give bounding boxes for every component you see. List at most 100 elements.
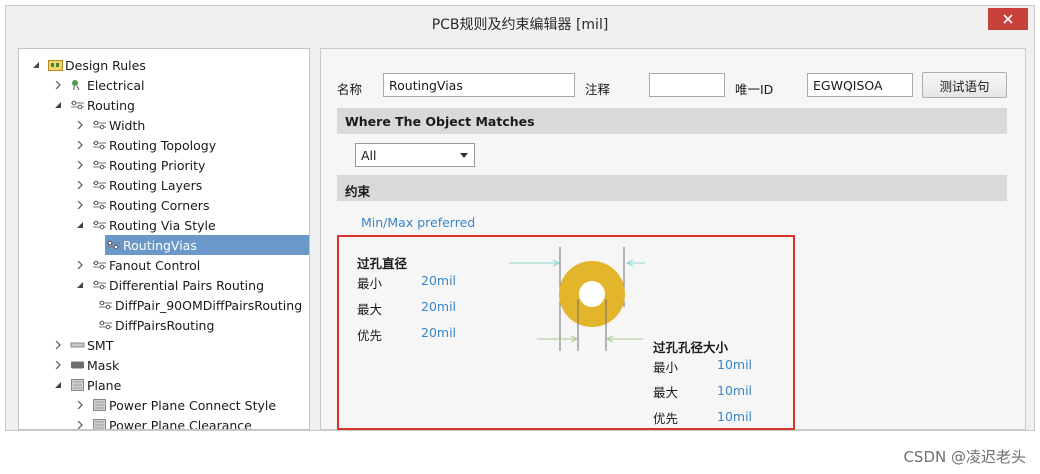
tree-item-label: Electrical	[87, 77, 145, 93]
expand-arrow-icon[interactable]	[75, 255, 85, 275]
tree-item-label: Routing	[87, 97, 135, 113]
design-rules-folder-icon	[47, 57, 63, 73]
tree-item-width[interactable]: Width	[75, 115, 145, 135]
rule-icon	[97, 297, 113, 313]
hole-size-preferred-label: 优先	[653, 411, 679, 426]
rule-icon	[91, 117, 107, 133]
tree-item-label: Design Rules	[65, 57, 146, 73]
via-drill-hole	[579, 281, 605, 307]
unique-id-field[interactable]: EGWQISOA	[807, 73, 913, 97]
electrical-icon	[69, 77, 85, 93]
name-label: 名称	[337, 82, 363, 97]
hole-size-min-label: 最小	[653, 360, 679, 375]
via-diameter-min-value[interactable]: 20mil	[421, 273, 456, 288]
hole-size-min-value[interactable]: 10mil	[717, 357, 752, 372]
tree-item-label: Mask	[87, 357, 120, 373]
tree-item-routing-priority[interactable]: Routing Priority	[75, 155, 205, 175]
where-section-header: Where The Object Matches	[337, 108, 1007, 134]
expand-arrow-icon[interactable]	[53, 75, 63, 95]
tree-item-routing[interactable]: Routing	[53, 95, 135, 115]
title-bar: PCB规则及约束编辑器 [mil]	[6, 6, 1034, 38]
tree-item-label: Routing Via Style	[109, 217, 216, 233]
scope-value: All	[361, 148, 377, 163]
collapse-arrow-icon[interactable]	[53, 375, 63, 395]
constraints-section-header: 约束	[337, 175, 1007, 201]
rule-icon	[91, 177, 107, 193]
min-max-preferred-link[interactable]: Min/Max preferred	[361, 215, 475, 230]
scope-dropdown[interactable]: All	[355, 143, 475, 167]
collapse-arrow-icon[interactable]	[53, 95, 63, 115]
hole-size-max-label: 最大	[653, 385, 679, 400]
tree-item-plane[interactable]: Plane	[53, 375, 121, 395]
routing-icon	[69, 97, 85, 113]
expand-arrow-icon[interactable]	[75, 155, 85, 175]
unique-id-label: 唯一ID	[735, 82, 774, 97]
tree-item-label: RoutingVias	[123, 237, 197, 253]
expand-arrow-icon[interactable]	[53, 335, 63, 355]
close-icon	[1003, 14, 1013, 24]
expand-arrow-icon[interactable]	[53, 355, 63, 375]
tree-item-differential-pairs-routing[interactable]: Differential Pairs Routing	[75, 275, 264, 295]
tree-item-routing-via-style[interactable]: Routing Via Style	[75, 215, 216, 235]
hole-size-preferred-value[interactable]: 10mil	[717, 409, 752, 424]
rule-icon	[91, 257, 107, 273]
close-button[interactable]	[988, 8, 1028, 30]
tree-item-label: DiffPair_90OMDiffPairsRouting	[115, 297, 303, 313]
via-constraint-box: 过孔直径 最小 20mil 最大 20mil 优先 20mil 过孔孔径大小 最…	[337, 235, 795, 430]
tree-item-smt[interactable]: SMT	[53, 335, 113, 355]
via-diameter-max-label: 最大	[357, 302, 383, 317]
hole-size-max-value[interactable]: 10mil	[717, 383, 752, 398]
name-field[interactable]: RoutingVias	[383, 73, 575, 97]
via-diameter-preferred-value[interactable]: 20mil	[421, 325, 456, 340]
tree-item-label: Routing Topology	[109, 137, 217, 153]
rule-icon	[91, 157, 107, 173]
tree-item-routingvias[interactable]: RoutingVias	[105, 235, 309, 255]
rule-icon	[97, 317, 113, 333]
tree-item-routing-topology[interactable]: Routing Topology	[75, 135, 216, 155]
tree-item-electrical[interactable]: Electrical	[53, 75, 144, 95]
expand-arrow-icon[interactable]	[75, 195, 85, 215]
expand-arrow-icon[interactable]	[75, 395, 85, 415]
tree-item-label: Power Plane Connect Style	[109, 397, 277, 413]
tree-item-label: SMT	[87, 337, 114, 353]
tree-item-label: Routing Corners	[109, 197, 210, 213]
tree-item-routing-corners[interactable]: Routing Corners	[75, 195, 209, 215]
collapse-arrow-icon[interactable]	[31, 55, 41, 75]
tree-item-diffpairsrouting[interactable]: DiffPairsRouting	[97, 315, 214, 335]
tree-item-power-plane-clearance[interactable]: Power Plane Clearance	[75, 415, 252, 430]
test-query-button[interactable]: 测试语句	[922, 72, 1007, 98]
tree-item-label: Fanout Control	[109, 257, 201, 273]
expand-arrow-icon[interactable]	[75, 415, 85, 429]
hole-size-heading: 过孔孔径大小	[653, 340, 729, 355]
rule-detail-panel: 名称 RoutingVias 注释 唯一ID EGWQISOA 测试语句 Whe…	[320, 48, 1026, 430]
expand-arrow-icon[interactable]	[75, 115, 85, 135]
window-title: PCB规则及约束编辑器 [mil]	[431, 17, 609, 33]
tree-item-fanout-control[interactable]: Fanout Control	[75, 255, 200, 275]
expand-arrow-icon[interactable]	[75, 175, 85, 195]
tree-item-label: Differential Pairs Routing	[109, 277, 265, 293]
tree-item-label: Power Plane Clearance	[109, 417, 252, 430]
rules-editor-window: PCB规则及约束编辑器 [mil] Design Rules Electrical…	[5, 5, 1035, 431]
rules-tree[interactable]: Design Rules Electrical Routing Width Routin…	[18, 48, 310, 430]
rule-icon	[91, 277, 107, 293]
tree-item-design-rules[interactable]: Design Rules	[31, 55, 146, 75]
collapse-arrow-icon[interactable]	[75, 215, 85, 235]
tree-item-power-plane-connect-style[interactable]: Power Plane Connect Style	[75, 395, 276, 415]
mask-icon	[69, 357, 85, 373]
rule-icon	[91, 197, 107, 213]
tree-item-label: Routing Priority	[109, 157, 206, 173]
tree-item-label: Width	[109, 117, 146, 133]
tree-item-label: DiffPairsRouting	[115, 317, 215, 333]
plane-icon	[91, 417, 107, 429]
tree-item-mask[interactable]: Mask	[53, 355, 119, 375]
comment-field[interactable]	[649, 73, 725, 97]
rule-icon	[105, 237, 121, 253]
collapse-arrow-icon[interactable]	[75, 275, 85, 295]
smt-icon	[69, 337, 85, 353]
tree-item-diffpair-90omdiffpairsrouting[interactable]: DiffPair_90OMDiffPairsRouting	[97, 295, 302, 315]
via-diameter-max-value[interactable]: 20mil	[421, 299, 456, 314]
tree-item-routing-layers[interactable]: Routing Layers	[75, 175, 202, 195]
watermark: CSDN @凌迟老头	[903, 448, 1026, 466]
expand-arrow-icon[interactable]	[75, 135, 85, 155]
rule-icon	[91, 217, 107, 233]
